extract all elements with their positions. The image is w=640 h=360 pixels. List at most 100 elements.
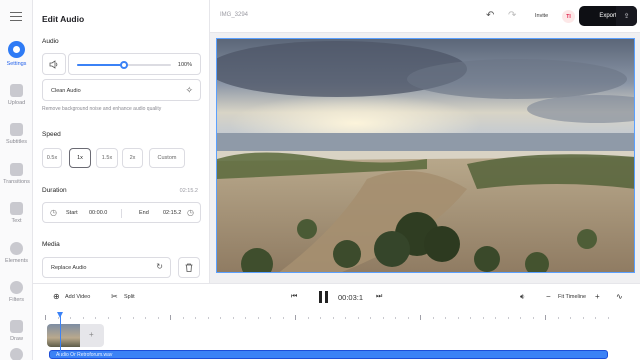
project-name[interactable]: IMG_3294	[220, 12, 248, 18]
plus-icon	[10, 84, 23, 97]
ruler-tick	[495, 317, 496, 319]
timeline-ruler[interactable]	[45, 315, 610, 321]
volume-value: 100%	[177, 62, 192, 68]
ruler-tick	[257, 317, 259, 319]
undo-icon[interactable]: ↶	[486, 10, 494, 21]
pause-icon-left	[319, 291, 322, 303]
duration-value: 02:15.2	[179, 188, 198, 194]
start-time-field[interactable]: 00:00.0	[89, 210, 107, 216]
ruler-tick	[570, 317, 571, 319]
ruler-tick	[557, 317, 559, 319]
volume-slider-handle[interactable]	[120, 61, 128, 69]
ruler-tick	[545, 315, 546, 320]
volume-icon[interactable]: 🔉︎	[520, 292, 525, 302]
volume-slider-fill	[77, 64, 124, 66]
beach-dunes-image	[217, 39, 634, 272]
clock-icon: ◷	[50, 208, 57, 217]
speaker-icon	[49, 59, 58, 69]
clean-audio-label: Clean Audio	[51, 88, 81, 94]
left-rail: Settings Upload Subtitles Transitions Te…	[0, 0, 33, 360]
video-clip[interactable]: +	[47, 324, 104, 347]
ruler-tick	[207, 317, 209, 319]
volume-slider-track[interactable]	[77, 61, 171, 69]
delete-button[interactable]	[178, 257, 200, 278]
speed-option-custom[interactable]: Custom	[149, 148, 185, 168]
end-label: End	[139, 210, 149, 216]
zoom-in-icon[interactable]: +	[595, 292, 600, 301]
waveform-icon[interactable]: ∿	[616, 292, 623, 301]
panel-title: Edit Audio	[42, 14, 85, 24]
ruler-tick	[345, 317, 346, 319]
sparkle-icon: ✧	[185, 85, 193, 95]
fit-timeline-button[interactable]: Fit Timeline	[558, 294, 586, 300]
split-button[interactable]: Split	[124, 294, 135, 300]
pen-icon	[10, 320, 23, 333]
add-clip-icon[interactable]: +	[89, 330, 94, 339]
ruler-tick	[70, 317, 71, 319]
zoom-out-icon[interactable]: −	[546, 292, 551, 301]
ruler-tick	[157, 317, 159, 319]
clean-audio-hint: Remove background noise and enhance audi…	[42, 106, 162, 112]
rail-item-label: Elements	[5, 258, 28, 264]
text-icon	[10, 202, 23, 215]
replace-audio-button[interactable]: Replace Audio ↻	[42, 257, 171, 278]
timeline[interactable]: + Audio Or Retroforum.wav	[33, 311, 640, 360]
current-time: 00:03:1	[338, 293, 364, 302]
ruler-tick	[482, 317, 484, 319]
ruler-tick	[520, 317, 521, 319]
ruler-tick	[457, 317, 459, 319]
speed-option-2x[interactable]: 2x	[122, 148, 143, 168]
duration-section-title: Duration	[42, 187, 67, 194]
ruler-tick	[595, 317, 596, 319]
ruler-tick	[107, 317, 109, 319]
end-time-field[interactable]: 02:15.2	[163, 210, 181, 216]
ruler-tick	[382, 317, 384, 319]
speed-option-1x[interactable]: 1x	[69, 148, 91, 168]
clock-icon: ◷	[187, 208, 194, 217]
speed-option-0-5x[interactable]: 0.5x	[42, 148, 62, 168]
share-icon[interactable]: ⇪	[616, 6, 637, 26]
skip-forward-icon[interactable]: ⏭	[376, 293, 382, 301]
rail-item-upload[interactable]: Upload	[0, 84, 33, 106]
speed-option-1-5x[interactable]: 1.5x	[96, 148, 118, 168]
edit-audio-panel: Edit Audio Audio 100% Clean Audio ✧ Remo…	[33, 0, 210, 283]
invite-button[interactable]: Invite	[535, 13, 548, 19]
rail-item-label: Subtitles	[5, 139, 28, 145]
top-bar: IMG_3294 ↶ ↷ Invite TI Export ⇪	[210, 0, 640, 33]
refresh-icon: ↻	[156, 262, 163, 271]
ruler-tick	[170, 315, 171, 320]
rail-item-subtitles[interactable]: Subtitles	[0, 123, 33, 145]
mute-button[interactable]	[42, 53, 66, 75]
rail-item-settings[interactable]: Settings	[0, 41, 33, 67]
help-icon	[10, 348, 23, 360]
rail-item-draw[interactable]: Draw	[0, 320, 33, 342]
elements-icon	[10, 242, 23, 255]
ruler-tick	[295, 315, 296, 320]
clean-audio-button[interactable]: Clean Audio ✧	[42, 79, 201, 101]
add-video-button[interactable]: Add Video	[65, 294, 90, 300]
rail-item-elements[interactable]: Elements	[0, 242, 33, 264]
ruler-tick	[220, 317, 221, 319]
skip-back-icon[interactable]: ⏮	[291, 293, 297, 301]
rail-item-help[interactable]	[0, 348, 33, 360]
rail-item-transitions[interactable]: Transitions	[0, 163, 33, 185]
rail-item-filters[interactable]: Filters	[0, 281, 33, 303]
playhead[interactable]	[57, 312, 63, 358]
ruler-tick	[420, 315, 421, 320]
playback-controls: ⊕ Add Video ✂ Split ⏮ 00:03:1 ⏭ 🔉︎ − Fit…	[33, 283, 640, 311]
media-section-title: Media	[42, 241, 60, 248]
rail-item-label: Transitions	[3, 179, 30, 185]
redo-icon[interactable]: ↷	[508, 10, 516, 21]
hamburger-menu-icon[interactable]	[10, 12, 22, 24]
ruler-tick	[307, 317, 309, 319]
scissors-icon: ✂	[111, 292, 118, 301]
ruler-tick	[95, 317, 96, 319]
rail-item-label: Settings	[6, 61, 27, 67]
trash-icon	[185, 263, 193, 272]
audio-track[interactable]: Audio Or Retroforum.wav	[49, 350, 608, 359]
rail-item-text[interactable]: Text	[0, 202, 33, 224]
video-preview[interactable]	[216, 38, 635, 273]
ruler-tick	[432, 317, 434, 319]
editor-app: Settings Upload Subtitles Transitions Te…	[0, 0, 640, 360]
avatar[interactable]: TI	[562, 10, 575, 23]
